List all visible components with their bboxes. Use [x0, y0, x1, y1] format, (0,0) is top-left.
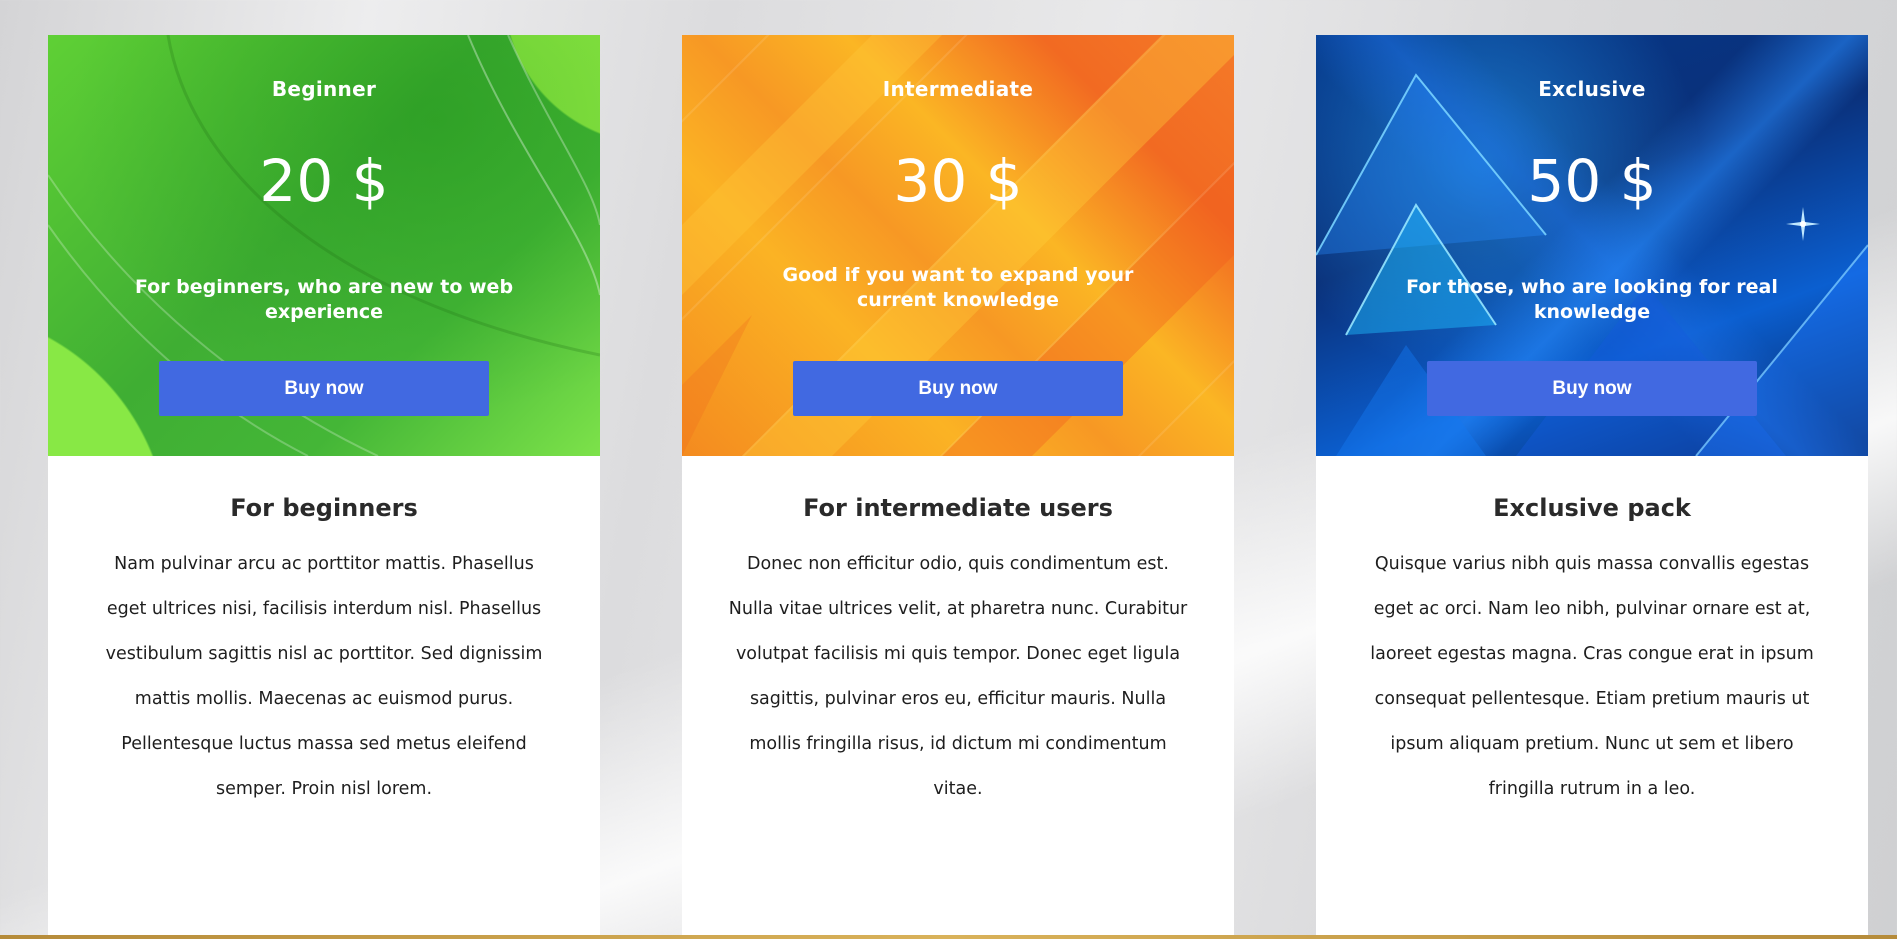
- plan-price: 50 $: [1527, 147, 1657, 215]
- details-title: For intermediate users: [803, 494, 1113, 522]
- pricing-card-intermediate: Intermediate 30 $ Good if you want to ex…: [682, 35, 1234, 939]
- plan-price: 20 $: [259, 147, 389, 215]
- plan-details: For beginners Nam pulvinar arcu ac portt…: [48, 494, 600, 812]
- details-text: Nam pulvinar arcu ac porttitor mattis. P…: [105, 554, 543, 799]
- plan-tagline: For those, who are looking for real know…: [1406, 276, 1778, 323]
- pricing-card-header: Beginner 20 $ For beginners, who are new…: [48, 35, 600, 456]
- buy-now-button-exclusive[interactable]: Buy now: [1427, 361, 1757, 416]
- plan-details: For intermediate users Donec non efficit…: [682, 494, 1234, 812]
- details-text: Donec non efficitur odio, quis condiment…: [728, 554, 1188, 799]
- details-title: Exclusive pack: [1493, 494, 1691, 522]
- details-title: For beginners: [230, 494, 418, 522]
- pricing-card-header: Exclusive 50 $ For those, who are lookin…: [1316, 35, 1868, 456]
- plan-tagline: Good if you want to expand your current …: [782, 264, 1134, 311]
- plan-details: Exclusive pack Quisque varius nibh quis …: [1316, 494, 1868, 812]
- pricing-card-exclusive: Exclusive 50 $ For those, who are lookin…: [1316, 35, 1868, 939]
- details-text: Quisque varius nibh quis massa convallis…: [1370, 554, 1814, 799]
- plan-name: Intermediate: [882, 77, 1034, 101]
- plan-tagline: For beginners, who are new to web experi…: [134, 276, 514, 323]
- pricing-card-beginner: Beginner 20 $ For beginners, who are new…: [48, 35, 600, 939]
- plan-price: 30 $: [893, 147, 1023, 215]
- plan-name: Beginner: [271, 77, 377, 101]
- buy-now-button-intermediate[interactable]: Buy now: [793, 361, 1123, 416]
- plan-name: Exclusive: [1538, 77, 1646, 101]
- buy-now-button-beginner[interactable]: Buy now: [159, 361, 489, 416]
- pricing-card-header: Intermediate 30 $ Good if you want to ex…: [682, 35, 1234, 456]
- bottom-accent-strip: [0, 935, 1897, 939]
